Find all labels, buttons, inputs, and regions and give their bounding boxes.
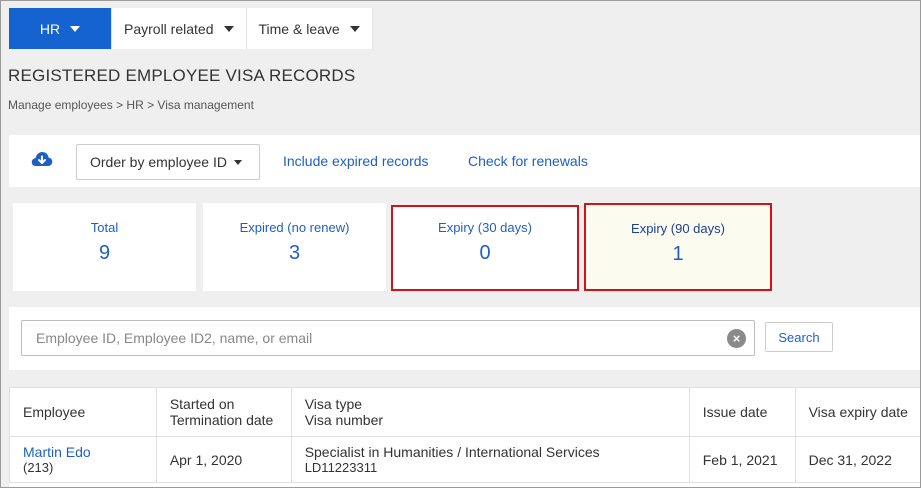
chevron-down-icon [233,159,242,165]
column-header-line1: Visa type [304,396,363,412]
table-row: Martin Edo (213) Apr 1, 2020 Specialist … [9,436,920,483]
chevron-down-icon [349,25,360,32]
column-header-line2: Visa number [304,412,384,428]
employee-name-link[interactable]: Martin Edo [23,444,143,460]
search-box: × [21,320,755,356]
search-button[interactable]: Search [765,322,833,352]
nav-hr-menu[interactable]: HR [9,8,112,49]
search-input[interactable] [36,321,716,355]
stat-card-label: Expiry (90 days) [631,221,725,236]
stat-card-value: 0 [479,242,491,264]
column-header-line2: Termination date [169,412,274,428]
employee-id: (213) [23,460,54,475]
top-navigation: HR Payroll related Time & leave [9,8,373,49]
column-header-expiry-date[interactable]: Visa expiry date [794,387,920,437]
visa-type: Specialist in Humanities / International… [304,444,600,460]
visa-records-table: Employee Started on Termination date Vis… [9,387,920,483]
order-by-label: Order by employee ID [90,154,227,170]
stat-card-label: Total [90,220,119,235]
visa-records-table-panel: Employee Started on Termination date Vis… [9,387,920,487]
cell-employee: Martin Edo (213) [9,436,157,483]
table-header-row: Employee Started on Termination date Vis… [9,387,920,437]
visa-number: LD11223311 [304,460,378,475]
stat-card-label: Expiry (30 days) [438,220,532,235]
column-header-line1: Started on [169,396,235,412]
cell-issue-date: Feb 1, 2021 [688,436,796,483]
cell-visa: Specialist in Humanities / International… [290,436,690,483]
order-by-select[interactable]: Order by employee ID [76,144,260,180]
stat-card-label: Expired (no renew) [239,220,350,235]
nav-hr-label: HR [39,20,61,37]
toolbar: Order by employee ID Include expired rec… [9,135,920,187]
page-title: REGISTERED EMPLOYEE VISA RECORDS [8,66,356,85]
check-renewals-link[interactable]: Check for renewals [468,153,588,169]
nav-payroll-label: Payroll related [124,20,214,37]
cell-expiry-date: Dec 31, 2022 [794,436,920,483]
stat-card-expired[interactable]: Expired (no renew) 3 [203,203,386,291]
stat-card-value: 3 [288,242,301,264]
column-header-employee[interactable]: Employee [9,387,157,437]
search-panel: × Search [9,307,920,370]
column-header-line1: Visa expiry date [808,404,908,420]
chevron-down-icon [223,25,234,32]
chevron-down-icon [70,25,81,32]
stat-card-total[interactable]: Total 9 [13,203,196,291]
nav-payroll-menu[interactable]: Payroll related [112,8,247,49]
stat-card-value: 1 [672,243,684,265]
clear-icon[interactable]: × [727,329,746,348]
column-header-started[interactable]: Started on Termination date [155,387,292,437]
column-header-issue-date[interactable]: Issue date [688,387,796,437]
cell-started: Apr 1, 2020 [155,436,292,483]
cloud-download-icon[interactable] [31,150,53,168]
column-header-line1: Employee [23,404,86,420]
column-header-visa-type[interactable]: Visa type Visa number [290,387,690,437]
stat-card-expiry-90[interactable]: Expiry (90 days) 1 [584,203,772,291]
breadcrumb: Manage employees > HR > Visa management [8,98,254,112]
nav-time-leave-label: Time & leave [258,20,340,37]
include-expired-link[interactable]: Include expired records [283,153,429,169]
stat-card-value: 9 [98,242,111,264]
column-header-line1: Issue date [702,404,768,420]
nav-time-leave-menu[interactable]: Time & leave [246,8,373,49]
app-frame: HR Payroll related Time & leave REGISTER… [0,0,921,488]
stat-card-expiry-30[interactable]: Expiry (30 days) 0 [391,205,579,291]
